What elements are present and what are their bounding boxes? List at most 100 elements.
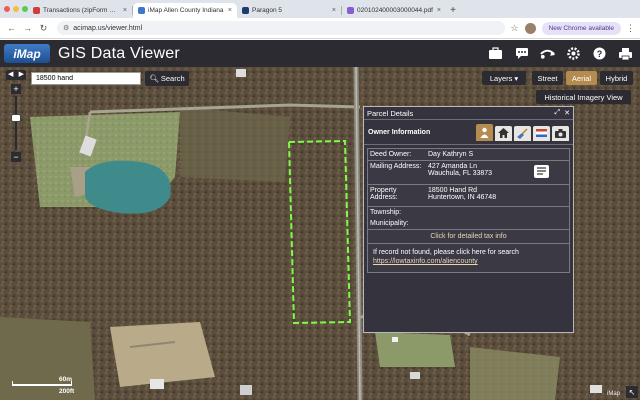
tab-favicon-icon <box>138 7 145 14</box>
browser-tab-pdf[interactable]: 020102400003000044.pdf × <box>342 3 446 18</box>
table-row: Property Address: 18500 Hand Rd Hunterto… <box>368 185 569 207</box>
scale-metric-label: 60m <box>59 376 72 383</box>
basemap-hybrid-button[interactable]: Hybrid <box>600 71 633 85</box>
zoom-slider-handle[interactable] <box>11 114 21 122</box>
address-bar[interactable]: ⚙ acimap.us/viewer.html <box>57 21 505 35</box>
row-key: Municipality: <box>368 218 426 229</box>
owner-icon[interactable] <box>476 124 493 141</box>
browser-menu-icon[interactable]: ⋮ <box>626 23 635 34</box>
pan-right-icon[interactable]: ▶ <box>19 70 24 80</box>
panel-title: Parcel Details <box>367 109 551 118</box>
forward-icon[interactable]: → <box>21 22 34 35</box>
minimize-window-icon[interactable] <box>13 6 19 12</box>
table-row: Municipality: <box>368 218 569 230</box>
layers-dropdown[interactable]: Layers ▾ <box>482 71 526 85</box>
row-key: Deed Owner: <box>368 149 426 160</box>
help-icon[interactable]: ? <box>591 45 608 62</box>
zoom-control: ◀ ▶ + − <box>6 70 26 162</box>
table-row: Mailing Address: 427 Amanda Ln Wauchula,… <box>368 161 569 185</box>
zoom-out-button[interactable]: − <box>11 152 21 162</box>
not-found-text: If record not found, please click here f… <box>373 249 519 256</box>
profile-avatar[interactable] <box>525 23 536 34</box>
url-text[interactable]: acimap.us/viewer.html <box>73 25 142 32</box>
parcel-details-panel: Parcel Details ⤢ ✕ Owner Information Dee… <box>363 106 574 333</box>
scale-imperial-label: 200ft <box>59 388 74 395</box>
close-tab-icon[interactable]: × <box>437 7 441 14</box>
row-key: Township: <box>368 207 426 218</box>
flag-icon[interactable] <box>533 126 550 141</box>
close-window-icon[interactable] <box>4 6 10 12</box>
parcel-detail-table: Deed Owner: Day Kathryn S Mailing Addres… <box>367 148 570 273</box>
address-search-input[interactable] <box>31 72 141 85</box>
zoom-slider[interactable] <box>15 96 17 150</box>
section-title: Owner Information <box>368 129 476 136</box>
bookmark-star-icon[interactable]: ☆ <box>511 23 519 34</box>
gears-icon[interactable] <box>565 45 582 62</box>
window-controls[interactable] <box>4 6 28 12</box>
tab-favicon-icon <box>242 7 249 14</box>
table-row: Deed Owner: Day Kathryn S <box>368 149 569 161</box>
browser-tab-transactions[interactable]: Transactions (zipForm Editio × <box>28 3 132 18</box>
header-toolbar: ? <box>487 45 634 62</box>
tab-label: 020102400003000044.pdf <box>357 7 434 14</box>
briefcase-icon[interactable] <box>487 45 504 62</box>
update-chrome-button[interactable]: New Chrome available <box>542 22 621 35</box>
camera-icon[interactable] <box>552 126 569 141</box>
tax-search-link[interactable]: https://lowtaxinfo.com/aliencounty <box>373 257 564 266</box>
pan-left-icon[interactable]: ◀ <box>8 70 13 80</box>
historical-imagery-button[interactable]: Historical Imagery View <box>536 90 631 104</box>
broom-icon[interactable] <box>514 126 531 141</box>
row-value: 18500 Hand Rd Huntertown, IN 46748 <box>426 185 569 206</box>
record-not-found-note: If record not found, please click here f… <box>368 244 569 272</box>
chevron-down-icon: ▾ <box>514 74 518 83</box>
zoom-in-button[interactable]: + <box>11 84 21 94</box>
reload-icon[interactable]: ↻ <box>37 22 50 35</box>
comment-icon[interactable] <box>513 45 530 62</box>
print-icon[interactable] <box>617 45 634 62</box>
tab-favicon-icon <box>347 7 354 14</box>
close-tab-icon[interactable]: × <box>123 7 127 14</box>
browser-toolbar: ← → ↻ ⚙ acimap.us/viewer.html ☆ New Chro… <box>0 18 640 39</box>
mailing-list-icon[interactable] <box>534 165 549 178</box>
map-credit: iMap <box>607 391 620 397</box>
table-row: Township: <box>368 207 569 218</box>
flag-shape <box>536 129 547 137</box>
search-button-label: Search <box>161 74 185 83</box>
overview-toggle-icon[interactable]: ↖ <box>626 386 638 398</box>
scale-bar: 60m 200ft <box>12 376 78 396</box>
row-key: Property Address: <box>368 185 426 206</box>
tab-label: iMap Allen County Indiana <box>148 7 225 14</box>
expand-icon[interactable]: ⤢ <box>555 109 561 117</box>
row-key: Mailing Address: <box>368 161 426 184</box>
detailed-tax-info-link[interactable]: Click for detailed tax info <box>368 230 569 244</box>
scale-line <box>12 384 72 386</box>
back-icon[interactable]: ← <box>5 22 18 35</box>
search-icon: 🔍︎ <box>149 74 159 83</box>
app-title: GIS Data Viewer <box>58 45 180 63</box>
browser-tab-paragon[interactable]: Paragon 5 × <box>237 3 341 18</box>
browser-tab-imap[interactable]: iMap Allen County Indiana × <box>133 3 237 18</box>
svg-text:?: ? <box>597 49 603 59</box>
row-value <box>426 207 569 218</box>
share-icon[interactable] <box>539 45 556 62</box>
close-icon[interactable]: ✕ <box>564 109 570 117</box>
owner-section-header: Owner Information <box>364 120 573 145</box>
pan-control[interactable]: ◀ ▶ <box>6 70 26 80</box>
tab-favicon-icon <box>33 7 40 14</box>
tab-label: Transactions (zipForm Editio <box>43 7 120 14</box>
scale-tick <box>12 381 13 386</box>
basemap-aerial-button[interactable]: Aerial <box>566 71 597 85</box>
new-tab-button[interactable]: + <box>446 3 460 18</box>
panel-header: Parcel Details ⤢ ✕ <box>364 107 573 120</box>
tab-label: Paragon 5 <box>252 7 329 14</box>
search-button[interactable]: 🔍︎ Search <box>145 71 189 86</box>
layers-label: Layers <box>490 74 513 83</box>
site-info-icon[interactable]: ⚙ <box>63 24 69 32</box>
app-header: iMap GIS Data Viewer ? <box>0 40 640 67</box>
imap-logo: iMap <box>4 44 50 63</box>
basemap-street-button[interactable]: Street <box>532 71 563 85</box>
close-tab-icon[interactable]: × <box>228 7 232 14</box>
house-icon[interactable] <box>495 126 512 141</box>
row-value: Day Kathryn S <box>426 149 569 160</box>
close-tab-icon[interactable]: × <box>332 7 336 14</box>
